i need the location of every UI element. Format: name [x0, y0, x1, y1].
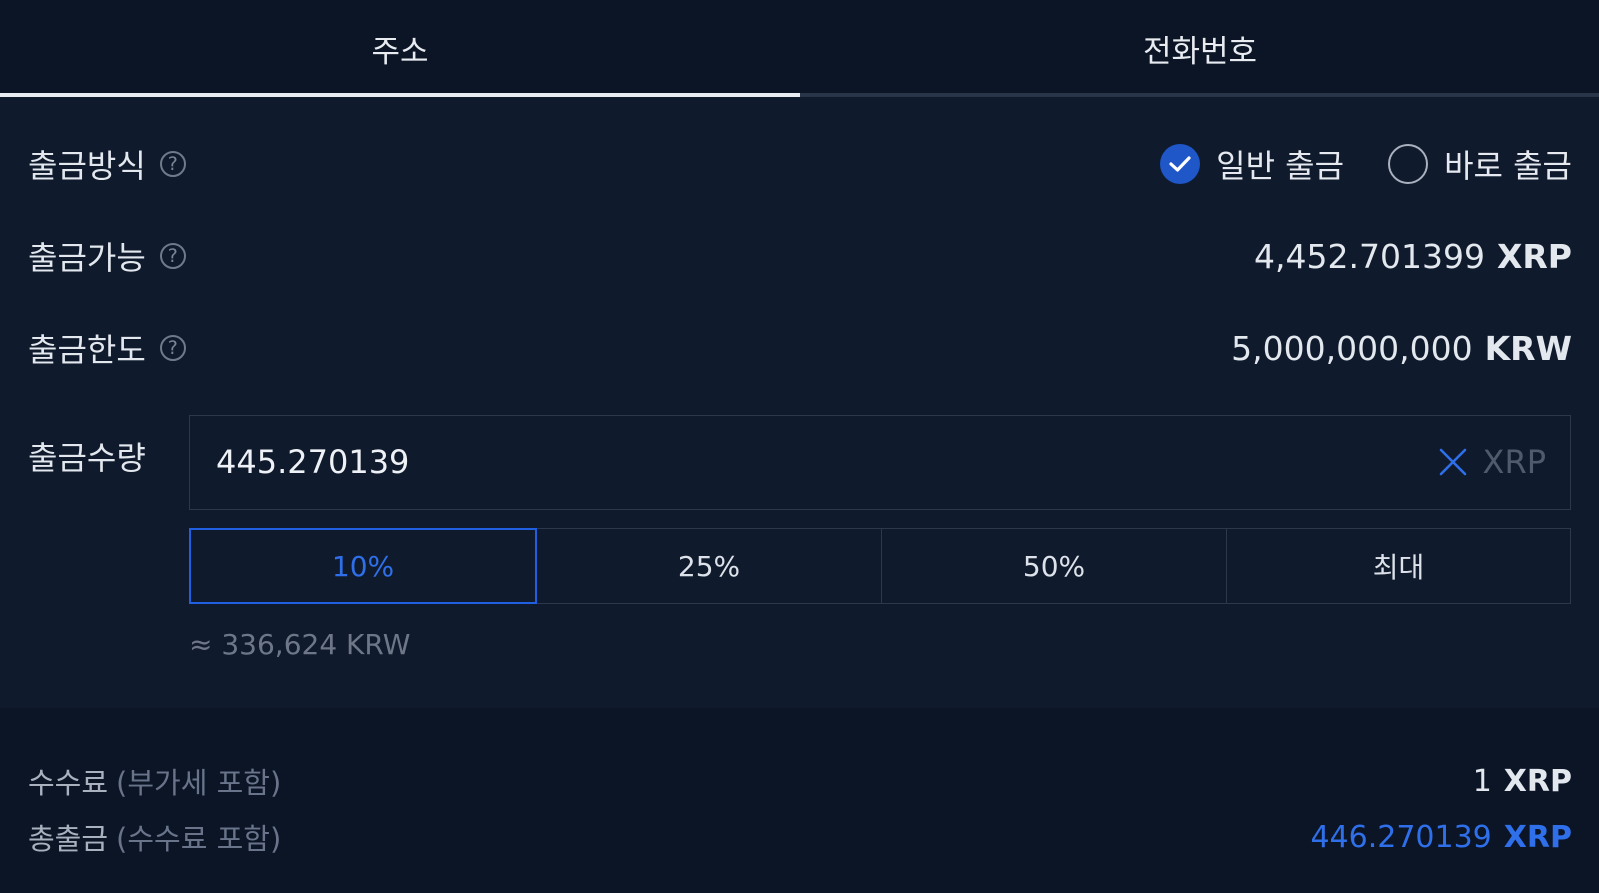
total-note: (수수료 포함) [116, 822, 282, 856]
available-value: 4,452.701399 [1254, 236, 1485, 276]
available-value-group: 4,452.701399 XRP [1254, 226, 1572, 286]
limit-value: 5,000,000,000 [1231, 328, 1473, 368]
radio-normal-withdrawal[interactable]: 일반 출금 [1160, 141, 1344, 187]
limit-row: 출금한도 ? 5,000,000,000 KRW [28, 318, 1572, 378]
radio-normal-withdrawal-label: 일반 출금 [1216, 147, 1345, 185]
fee-label: 수수료 [28, 766, 109, 800]
total-value-group: 446.270139 XRP [1310, 812, 1572, 862]
total-label: 총출금 [28, 822, 109, 856]
radio-unchecked-icon [1388, 144, 1429, 184]
limit-label-group: 출금한도 ? [28, 318, 186, 378]
radio-instant-withdrawal[interactable]: 바로 출금 [1388, 141, 1572, 187]
limit-value-group: 5,000,000,000 KRW [1231, 318, 1572, 378]
limit-label: 출금한도 [28, 331, 146, 369]
available-label: 출금가능 [28, 239, 146, 277]
available-label-group: 출금가능 ? [28, 226, 186, 286]
total-value: 446.270139 [1310, 819, 1492, 855]
total-unit: XRP [1503, 819, 1572, 855]
amount-input[interactable]: 445.270139 XRP [189, 415, 1571, 510]
available-unit: XRP [1496, 236, 1572, 276]
withdrawal-method-row: 출금방식 ? 일반 출금 바로 출금 [28, 134, 1572, 194]
withdrawal-method-label: 출금방식 [28, 147, 146, 185]
tab-bar: 주소 전화번호 [0, 0, 1599, 97]
withdrawal-method-options: 일반 출금 바로 출금 [1160, 134, 1572, 194]
percent-10-button[interactable]: 10% [189, 528, 537, 604]
help-icon[interactable]: ? [159, 335, 186, 361]
radio-checked-icon [1160, 144, 1201, 184]
fee-row: 수수료 (부가세 포함) 1 XRP [28, 756, 1572, 806]
limit-unit: KRW [1484, 328, 1572, 368]
withdrawal-method-label-group: 출금방식 ? [28, 134, 186, 194]
percent-25-button[interactable]: 25% [536, 528, 882, 604]
tab-phone-number[interactable]: 전화번호 [800, 0, 1599, 97]
radio-instant-withdrawal-label: 바로 출금 [1444, 147, 1572, 185]
fee-unit: XRP [1503, 763, 1572, 799]
amount-unit: XRP [1482, 443, 1546, 481]
tab-active-indicator [0, 93, 800, 97]
amount-label: 출금수량 [28, 438, 146, 477]
help-icon[interactable]: ? [159, 151, 186, 177]
total-label-group: 총출금 (수수료 포함) [28, 812, 281, 862]
fee-value-group: 1 XRP [1473, 756, 1572, 806]
amount-input-value[interactable]: 445.270139 [216, 416, 409, 508]
summary-footer: 수수료 (부가세 포함) 1 XRP 총출금 (수수료 포함) 446.2701… [0, 708, 1599, 893]
krw-equivalent: ≈ 336,624 KRW [189, 628, 411, 661]
help-icon[interactable]: ? [159, 243, 186, 269]
available-row: 출금가능 ? 4,452.701399 XRP [28, 226, 1572, 286]
fee-value: 1 [1472, 763, 1492, 799]
clear-icon[interactable] [1438, 447, 1468, 477]
fee-label-group: 수수료 (부가세 포함) [28, 756, 281, 806]
fee-note: (부가세 포함) [116, 766, 282, 800]
total-row: 총출금 (수수료 포함) 446.270139 XRP [28, 812, 1572, 862]
max-button[interactable]: 최대 [1226, 528, 1571, 604]
percent-50-button[interactable]: 50% [881, 528, 1227, 604]
tab-address[interactable]: 주소 [0, 0, 800, 97]
